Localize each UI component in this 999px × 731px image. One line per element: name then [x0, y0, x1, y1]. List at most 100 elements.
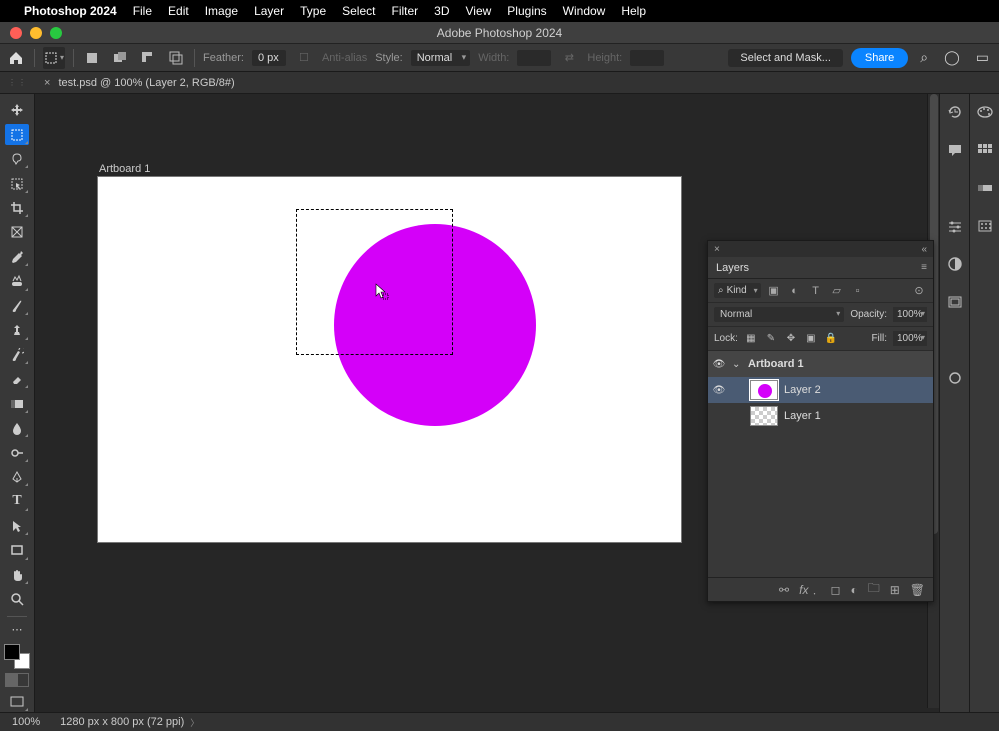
rectangle-tool[interactable]	[5, 540, 29, 560]
document-close-button[interactable]: ×	[44, 77, 50, 89]
style-select[interactable]: Normal	[411, 50, 470, 66]
edit-toolbar-button[interactable]: ⋯	[5, 623, 29, 636]
lock-position-icon[interactable]: ✥	[784, 332, 798, 346]
layer-filter-select[interactable]: ⌕Kind	[714, 283, 761, 298]
subtract-from-selection-button[interactable]	[138, 48, 158, 68]
lock-transparency-icon[interactable]: ▦	[744, 332, 758, 346]
quick-mask-toggle[interactable]	[5, 673, 29, 688]
opacity-input[interactable]: 100%	[893, 307, 927, 322]
filter-smart-icon[interactable]: ▫	[850, 283, 866, 299]
visibility-toggle[interactable]: 👁	[712, 385, 726, 396]
patterns-panel-icon[interactable]	[975, 216, 995, 236]
intersect-selection-button[interactable]	[166, 48, 186, 68]
object-selection-tool[interactable]	[5, 173, 29, 193]
filter-type-icon[interactable]: T	[808, 283, 824, 299]
layers-tab[interactable]: Layers	[708, 258, 757, 278]
swatches-panel-icon[interactable]	[975, 140, 995, 160]
lasso-tool[interactable]	[5, 149, 29, 169]
history-brush-tool[interactable]	[5, 345, 29, 365]
foreground-color-swatch[interactable]	[4, 644, 20, 660]
filter-pixel-icon[interactable]: ▣	[766, 283, 782, 299]
blend-mode-select[interactable]: Normal	[714, 307, 844, 322]
menu-layer[interactable]: Layer	[254, 4, 284, 18]
eyedropper-tool[interactable]	[5, 247, 29, 267]
layer-name[interactable]: Layer 2	[784, 384, 821, 396]
spot-healing-brush-tool[interactable]	[5, 271, 29, 291]
crop-tool[interactable]	[5, 198, 29, 218]
current-tool-icon[interactable]: ▾	[43, 47, 65, 69]
blur-tool[interactable]	[5, 418, 29, 438]
brush-tool[interactable]	[5, 296, 29, 316]
move-tool[interactable]	[5, 100, 29, 120]
history-panel-icon[interactable]	[945, 102, 965, 122]
layer-row-layer2[interactable]: 👁 Layer 2	[708, 377, 933, 403]
filter-toggle-icon[interactable]: ⊙	[911, 283, 927, 299]
visibility-toggle[interactable]: 👁	[712, 359, 726, 370]
menu-view[interactable]: View	[466, 4, 492, 18]
workspace-switcher-icon[interactable]: ▭	[972, 49, 993, 66]
menu-type[interactable]: Type	[300, 4, 326, 18]
artboard-label[interactable]: Artboard 1	[99, 163, 150, 175]
panel-close-icon[interactable]: ×	[714, 244, 720, 255]
frame-tool[interactable]	[5, 222, 29, 242]
menu-filter[interactable]: Filter	[391, 4, 418, 18]
color-panel-icon[interactable]	[975, 102, 995, 122]
filter-shape-icon[interactable]: ▱	[829, 283, 845, 299]
window-zoom-button[interactable]	[50, 27, 62, 39]
lock-image-icon[interactable]: ✎	[764, 332, 778, 346]
help-icon[interactable]: ◯	[940, 49, 964, 66]
type-tool[interactable]: T	[5, 491, 29, 511]
pen-tool[interactable]	[5, 467, 29, 487]
properties-panel-icon[interactable]	[945, 216, 965, 236]
chevron-down-icon[interactable]: ⌄	[732, 359, 742, 370]
eraser-tool[interactable]	[5, 369, 29, 389]
fill-input[interactable]: 100%	[893, 331, 927, 346]
delete-layer-icon[interactable]: 🗑	[910, 583, 925, 597]
menu-file[interactable]: File	[133, 4, 152, 18]
menu-3d[interactable]: 3D	[434, 4, 449, 18]
window-close-button[interactable]	[10, 27, 22, 39]
screen-mode-button[interactable]	[5, 691, 29, 711]
menu-help[interactable]: Help	[621, 4, 646, 18]
color-swatches[interactable]	[4, 644, 30, 668]
filter-adjustment-icon[interactable]: ◐	[787, 283, 803, 299]
menu-window[interactable]: Window	[563, 4, 606, 18]
dodge-tool[interactable]	[5, 442, 29, 462]
app-name[interactable]: Photoshop 2024	[24, 4, 117, 18]
menu-edit[interactable]: Edit	[168, 4, 189, 18]
lock-artboard-icon[interactable]: ▣	[804, 332, 818, 346]
panel-menu-icon[interactable]: ≡	[915, 258, 933, 277]
comments-panel-icon[interactable]	[945, 140, 965, 160]
select-and-mask-button[interactable]: Select and Mask...	[728, 49, 843, 67]
artboard-row[interactable]: 👁 ⌄ Artboard 1	[708, 351, 933, 377]
rectangular-marquee-tool[interactable]	[5, 124, 29, 144]
libraries-panel-icon[interactable]	[945, 292, 965, 312]
zoom-level[interactable]: 100%	[12, 716, 40, 728]
artboard-name[interactable]: Artboard 1	[748, 358, 804, 370]
hand-tool[interactable]	[5, 565, 29, 585]
menu-image[interactable]: Image	[205, 4, 238, 18]
layer-thumbnail[interactable]	[750, 380, 778, 400]
version-history-panel-icon[interactable]	[945, 368, 965, 388]
panel-collapse-icon[interactable]: «	[921, 244, 927, 255]
share-button[interactable]: Share	[851, 48, 908, 68]
feather-input[interactable]: 0 px	[252, 50, 286, 66]
path-selection-tool[interactable]	[5, 516, 29, 536]
layer-name[interactable]: Layer 1	[784, 410, 821, 422]
add-to-selection-button[interactable]	[110, 48, 130, 68]
document-tab-label[interactable]: test.psd @ 100% (Layer 2, RGB/8#)	[58, 77, 234, 89]
group-icon[interactable]: 🗀	[868, 579, 880, 600]
new-layer-icon[interactable]: ⊞	[890, 583, 900, 597]
new-selection-button[interactable]	[82, 48, 102, 68]
clone-stamp-tool[interactable]	[5, 320, 29, 340]
search-icon[interactable]: ⌕	[916, 49, 932, 66]
layer-mask-icon[interactable]: ◻	[830, 583, 840, 597]
link-layers-icon[interactable]: ⚯	[779, 583, 789, 597]
window-minimize-button[interactable]	[30, 27, 42, 39]
gradients-panel-icon[interactable]	[975, 178, 995, 198]
adjustments-panel-icon[interactable]	[945, 254, 965, 274]
layer-row-layer1[interactable]: Layer 1	[708, 403, 933, 429]
adjustment-layer-icon[interactable]: ◐	[850, 583, 857, 597]
layer-style-icon[interactable]: fx﹒	[799, 581, 820, 598]
zoom-tool[interactable]	[5, 589, 29, 609]
